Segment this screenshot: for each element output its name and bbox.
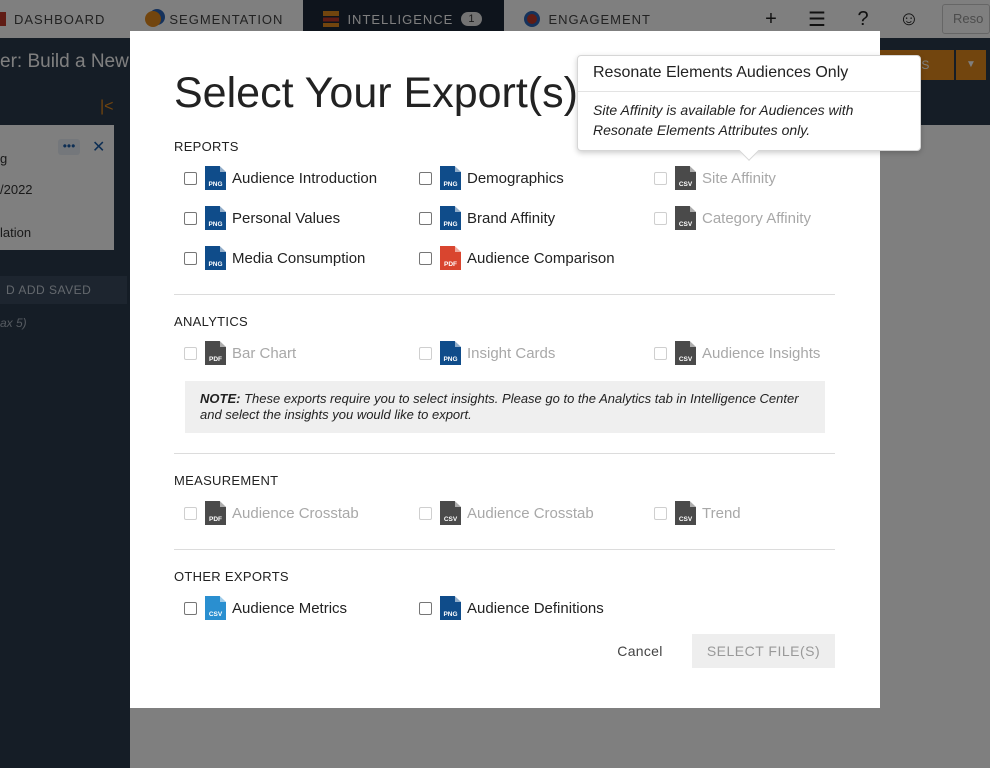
png-file-icon: PNG — [205, 246, 226, 270]
analytics-note: NOTE: These exports require you to selec… — [185, 381, 825, 433]
cancel-button[interactable]: Cancel — [600, 635, 680, 667]
export-option-label: Site Affinity — [702, 169, 776, 187]
section-reports-label: REPORTS — [174, 139, 239, 154]
export-option-label: Audience Crosstab — [467, 504, 594, 522]
export-option-label: Trend — [702, 504, 741, 522]
png-file-icon: PNG — [440, 206, 461, 230]
export-option-label: Bar Chart — [232, 344, 297, 362]
export-option-label: Audience Comparison — [467, 249, 615, 267]
export-checkbox[interactable] — [419, 601, 432, 615]
pdf-file-icon: PDF — [205, 501, 226, 525]
pdf-file-icon: PDF — [440, 246, 461, 270]
export-checkbox — [654, 171, 667, 185]
select-files-button[interactable]: SELECT FILE(S) — [692, 634, 835, 668]
section-analytics-label: ANALYTICS — [174, 314, 248, 329]
export-option[interactable]: PDF Audience Comparison — [419, 245, 615, 271]
export-checkbox[interactable] — [184, 211, 197, 225]
png-file-icon: PNG — [440, 166, 461, 190]
export-option-label: Personal Values — [232, 209, 341, 227]
export-checkbox[interactable] — [419, 171, 432, 185]
export-checkbox[interactable] — [184, 601, 197, 615]
tooltip-body: Site Affinity is available for Audiences… — [593, 102, 854, 138]
export-option: CSV Site Affinity — [654, 165, 776, 191]
export-option[interactable]: PNG Audience Introduction — [184, 165, 377, 191]
export-option: CSV Trend — [654, 500, 741, 526]
export-option[interactable]: PNG Audience Definitions — [419, 595, 604, 621]
divider — [174, 294, 835, 295]
export-checkbox — [654, 506, 667, 520]
export-checkbox[interactable] — [184, 171, 197, 185]
export-option[interactable]: PNG Media Consumption — [184, 245, 365, 271]
export-option: PDF Audience Crosstab — [184, 500, 359, 526]
export-option-label: Category Affinity — [702, 209, 811, 227]
export-option-label: Audience Metrics — [232, 599, 348, 617]
export-option-label: Audience Definitions — [467, 599, 604, 617]
export-option-label: Brand Affinity — [467, 209, 556, 227]
note-text: These exports require you to select insi… — [200, 391, 799, 422]
export-option-label: Demographics — [467, 169, 564, 187]
section-other-exports-label: OTHER EXPORTS — [174, 569, 289, 584]
export-option: CSV Category Affinity — [654, 205, 811, 231]
divider — [174, 453, 835, 454]
export-option[interactable]: CSV Audience Metrics — [184, 595, 347, 621]
export-checkbox[interactable] — [419, 251, 432, 265]
section-measurement-label: MEASUREMENT — [174, 473, 279, 488]
export-option[interactable]: PNG Demographics — [419, 165, 564, 191]
csv-file-icon: CSV — [440, 501, 461, 525]
export-option-label: Media Consumption — [232, 249, 366, 267]
export-checkbox — [419, 506, 432, 520]
export-option: CSV Audience Insights — [654, 340, 820, 366]
export-option: PNG Insight Cards — [419, 340, 555, 366]
export-option-label: Audience Crosstab — [232, 504, 359, 522]
export-option[interactable]: PNG Personal Values — [184, 205, 340, 231]
export-checkbox — [184, 506, 197, 520]
export-option-label: Audience Insights — [702, 344, 821, 362]
export-checkbox — [654, 346, 667, 360]
csv-file-icon: CSV — [675, 206, 696, 230]
export-option-label: Audience Introduction — [232, 169, 378, 187]
tooltip-title: Resonate Elements Audiences Only — [578, 56, 920, 92]
csv-file-icon: CSV — [675, 501, 696, 525]
csv-file-icon: CSV — [675, 166, 696, 190]
export-option: CSV Audience Crosstab — [419, 500, 594, 526]
site-affinity-tooltip: Resonate Elements Audiences Only Site Af… — [577, 55, 921, 161]
export-option[interactable]: PNG Brand Affinity — [419, 205, 555, 231]
export-checkbox[interactable] — [419, 211, 432, 225]
pdf-file-icon: PDF — [205, 341, 226, 365]
export-checkbox — [654, 211, 667, 225]
png-file-icon: PNG — [440, 341, 461, 365]
note-prefix: NOTE: — [200, 391, 241, 406]
export-option-label: Insight Cards — [467, 344, 556, 362]
png-file-icon: PNG — [205, 166, 226, 190]
export-option: PDF Bar Chart — [184, 340, 296, 366]
csv-file-icon: CSV — [675, 341, 696, 365]
export-checkbox — [184, 346, 197, 360]
export-checkbox — [419, 346, 432, 360]
divider — [174, 549, 835, 550]
csv-file-icon: CSV — [205, 596, 226, 620]
modal-title: Select Your Export(s) — [174, 69, 578, 117]
png-file-icon: PNG — [440, 596, 461, 620]
png-file-icon: PNG — [205, 206, 226, 230]
export-checkbox[interactable] — [184, 251, 197, 265]
